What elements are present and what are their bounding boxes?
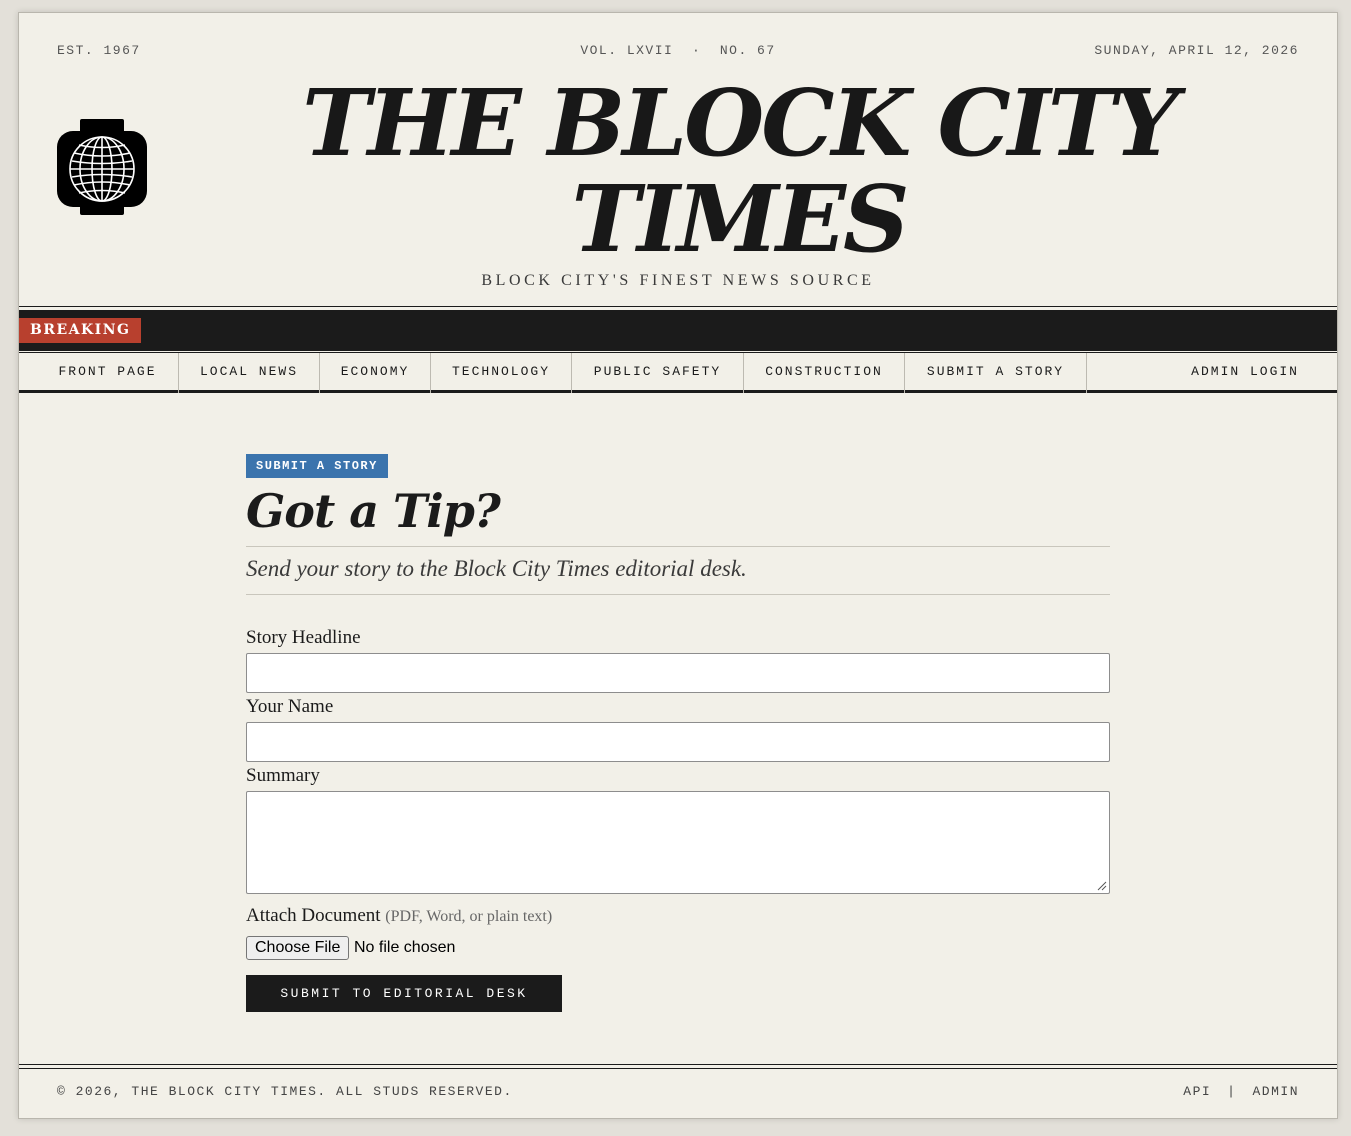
footer-rule-top: [19, 1064, 1337, 1065]
footer-admin-link[interactable]: ADMIN: [1252, 1084, 1299, 1099]
newspaper-page: EST. 1967 VOL. LXVII · NO. 67 SUNDAY, AP…: [18, 12, 1338, 1119]
attach-document-text: Attach Document: [246, 905, 381, 926]
nav-local-news[interactable]: LOCAL NEWS: [179, 353, 320, 393]
file-status-text: No file chosen: [354, 939, 456, 956]
attach-document-label: Attach Document (PDF, Word, or plain tex…: [246, 905, 552, 927]
tagline: BLOCK CITY'S FINEST NEWS SOURCE: [481, 272, 875, 289]
section-kicker: SUBMIT A STORY: [246, 454, 388, 478]
your-name-input[interactable]: [246, 722, 1110, 762]
nav-admin-login[interactable]: ADMIN LOGIN: [1191, 353, 1299, 393]
main-nav: FRONT PAGE LOCAL NEWS ECONOMY TECHNOLOGY…: [19, 352, 1337, 393]
headline-divider: [246, 546, 1110, 547]
nav-economy[interactable]: ECONOMY: [320, 353, 431, 393]
nav-technology[interactable]: TECHNOLOGY: [431, 353, 572, 393]
submit-story-button[interactable]: SUBMIT TO EDITORIAL DESK: [246, 975, 562, 1012]
footer-api-link[interactable]: API: [1183, 1084, 1211, 1099]
page-dek: Send your story to the Block City Times …: [246, 556, 747, 581]
nav-submit-a-story[interactable]: SUBMIT A STORY: [905, 353, 1087, 393]
summary-textarea[interactable]: [246, 791, 1110, 894]
story-headline-label: Story Headline: [246, 627, 361, 648]
choose-file-button[interactable]: Choose File: [246, 936, 350, 960]
your-name-label: Your Name: [246, 696, 334, 717]
summary-label: Summary: [246, 765, 320, 786]
footer-copyright: © 2026, THE BLOCK CITY TIMES. ALL STUDS …: [57, 1084, 513, 1099]
story-headline-input[interactable]: [246, 653, 1110, 693]
lego-head-globe-icon: [57, 119, 147, 217]
footer-links: API | ADMIN: [1183, 1084, 1299, 1099]
attach-document-hint: (PDF, Word, or plain text): [385, 908, 553, 925]
edition-date: SUNDAY, APRIL 12, 2026: [1094, 43, 1299, 58]
nav-construction[interactable]: CONSTRUCTION: [744, 353, 905, 393]
dek-divider: [246, 594, 1110, 595]
footer-rule-bottom: [19, 1068, 1337, 1069]
breaking-badge: BREAKING: [19, 318, 142, 343]
breaking-news-bar: BREAKING: [19, 310, 1337, 351]
resize-handle-icon[interactable]: [1097, 881, 1107, 891]
nav-public-safety[interactable]: PUBLIC SAFETY: [572, 353, 744, 393]
nav-front-page[interactable]: FRONT PAGE: [19, 353, 179, 393]
masthead-topline: EST. 1967 VOL. LXVII · NO. 67 SUNDAY, AP…: [57, 43, 1299, 59]
newspaper-title: THE BLOCK CITY TIMES: [302, 69, 1179, 273]
page-headline: Got a Tip?: [246, 484, 501, 538]
footer-separator: |: [1227, 1084, 1237, 1099]
masthead-divider: [19, 306, 1337, 307]
